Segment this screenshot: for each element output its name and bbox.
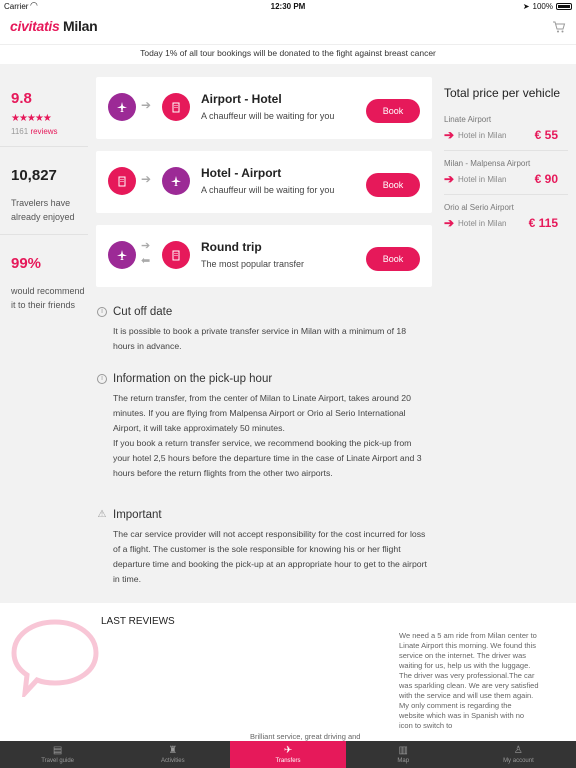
transfer-title: Hotel - Airport — [201, 166, 282, 180]
divider — [444, 194, 568, 195]
rating-stat: 9.8 ★★★★★ 1161 reviews — [0, 78, 88, 147]
tab-label: Activities — [160, 758, 185, 764]
section-title: Cut off date — [113, 306, 173, 318]
hotel-icon — [162, 241, 190, 269]
reviews-title: LAST REVIEWS — [101, 616, 175, 627]
section-body: It is possible to book a private transfe… — [113, 326, 407, 351]
section-title: Information on the pick-up hour — [113, 373, 273, 385]
warning-icon: ⚠ — [97, 509, 107, 520]
tab-label: Transfers — [275, 758, 301, 764]
plane-icon — [108, 93, 136, 121]
plane-icon — [162, 167, 190, 195]
section-title: Important — [113, 509, 162, 521]
arrow-right-icon: ➔ — [444, 128, 455, 142]
recommend-percent: 99% — [11, 255, 42, 272]
battery-icon — [556, 3, 572, 10]
price-row: Orio al Serio Airport ➔ Hotel in Milan €… — [444, 203, 568, 230]
arrow-right-icon: ➔ — [141, 98, 152, 112]
tab-label: Travel guide — [41, 758, 74, 764]
tab-label: Map — [397, 758, 410, 764]
plane-icon — [108, 241, 136, 269]
tab-label: My account — [503, 758, 534, 764]
hotel-icon — [108, 167, 136, 195]
rating-value: 9.8 — [11, 90, 32, 107]
activities-icon: ♜ — [168, 745, 178, 756]
tab-activities[interactable]: ♜ Activities — [115, 741, 230, 768]
arrow-right-icon: ➔ — [444, 216, 455, 230]
status-bar: Carrier ◠ 12:30 PM ➤ 100% — [0, 0, 576, 12]
transfer-title: Airport - Hotel — [201, 92, 282, 106]
divider — [444, 150, 568, 151]
price-panel-title: Total price per vehicle — [444, 86, 561, 100]
transfer-card-round-trip: ➔ ⬅ Round trip The most popular transfer … — [96, 225, 432, 287]
star-rating-icon: ★★★★★ — [11, 113, 52, 124]
battery-percent: 100% — [532, 2, 553, 11]
pickup-paragraph-1: The return transfer, from the center of … — [113, 393, 411, 433]
price-to: Hotel in Milan — [458, 174, 507, 184]
price-amount: € 55 — [534, 128, 558, 142]
reviews-count[interactable]: 1161 reviews — [11, 127, 88, 136]
price-to: Hotel in Milan — [458, 218, 507, 228]
book-button[interactable]: Book — [366, 173, 420, 197]
price-to: Hotel in Milan — [458, 130, 507, 140]
map-book-icon: ▤ — [52, 745, 63, 756]
section-body: The car service provider will not accept… — [113, 529, 427, 584]
tab-my-account[interactable]: ♙ My account — [461, 741, 576, 768]
book-button[interactable]: Book — [366, 99, 420, 123]
transfer-desc: A chauffeur will be waiting for you — [201, 185, 335, 195]
tab-transfers[interactable]: ✈ Transfers — [230, 741, 346, 768]
info-icon: i — [97, 374, 107, 384]
donation-banner: Today 1% of all tour bookings will be do… — [0, 44, 576, 64]
transfer-title: Round trip — [201, 240, 262, 254]
price-from: Milan - Malpensa Airport — [444, 159, 531, 168]
price-row: Linate Airport ➔ Hotel in Milan € 55 — [444, 115, 568, 151]
price-row: Milan - Malpensa Airport ➔ Hotel in Mila… — [444, 159, 568, 195]
pickup-paragraph-2: If you book a return transfer service, w… — [113, 438, 422, 478]
book-button[interactable]: Book — [366, 247, 420, 271]
info-icon: i — [97, 307, 107, 317]
plane-icon: ✈ — [283, 745, 293, 756]
location-icon: ➤ — [522, 2, 530, 11]
tab-travel-guide[interactable]: ▤ Travel guide — [0, 741, 115, 768]
app-header: civitatis Milan — [0, 12, 576, 44]
recommend-text: would recommend it to their friends — [11, 286, 85, 310]
travelers-count: 10,827 — [11, 167, 57, 184]
transfer-desc: A chauffeur will be waiting for you — [201, 111, 335, 121]
review-text: Brilliant service, great driving and — [250, 732, 361, 741]
transfer-card-airport-hotel: ➔ Airport - Hotel A chauffeur will be wa… — [96, 77, 432, 139]
clock: 12:30 PM — [270, 2, 306, 11]
brand-name: civitatis — [10, 18, 60, 34]
important-section: ⚠ Important The car service provider wil… — [97, 509, 427, 587]
price-from: Linate Airport — [444, 115, 492, 124]
cutoff-section: i Cut off date It is possible to book a … — [97, 306, 427, 354]
price-amount: € 115 — [528, 216, 558, 230]
travelers-text: Travelers have already enjoyed — [11, 198, 75, 222]
logo[interactable]: civitatis Milan — [10, 18, 98, 34]
arrow-right-icon: ➔ — [141, 172, 152, 186]
reviews-number: 1161 — [11, 127, 29, 136]
section-body: The return transfer, from the center of … — [97, 391, 427, 481]
tab-map[interactable]: ▥ Map — [346, 741, 461, 768]
cart-icon[interactable] — [552, 20, 566, 34]
travelers-stat: 10,827 Travelers have already enjoyed — [0, 147, 88, 235]
price-amount: € 90 — [534, 172, 558, 186]
last-reviews: LAST REVIEWS We need a 5 am ride from Mi… — [0, 603, 576, 741]
price-from: Orio al Serio Airport — [444, 203, 514, 212]
stats-column: 9.8 ★★★★★ 1161 reviews 10,827 Travelers … — [0, 78, 88, 322]
round-trip-arrows-icon: ➔ ⬅ — [141, 240, 151, 267]
transfer-card-hotel-airport: ➔ Hotel - Airport A chauffeur will be wa… — [96, 151, 432, 213]
price-panel: Total price per vehicle Linate Airport ➔… — [444, 86, 568, 230]
city-name: Milan — [63, 18, 98, 34]
person-icon: ♙ — [513, 745, 523, 756]
pickup-section: i Information on the pick-up hour The re… — [97, 373, 427, 481]
speech-bubble-icon — [11, 619, 99, 697]
recommend-stat: 99% would recommend it to their friends — [0, 235, 88, 322]
tab-bar: ▤ Travel guide ♜ Activities ✈ Transfers … — [0, 741, 576, 768]
map-icon: ▥ — [398, 745, 408, 756]
hotel-icon — [162, 93, 190, 121]
reviews-link[interactable]: reviews — [30, 127, 57, 136]
transfer-desc: The most popular transfer — [201, 259, 305, 269]
arrow-right-icon: ➔ — [444, 172, 455, 186]
review-text: We need a 5 am ride from Milan center to… — [399, 631, 539, 730]
